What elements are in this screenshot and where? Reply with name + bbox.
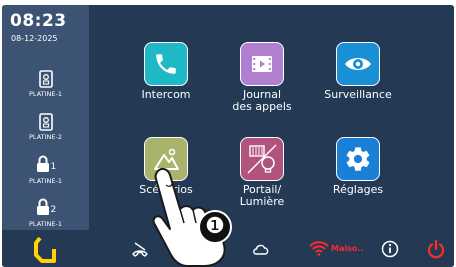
tile-icon-box — [336, 42, 380, 86]
wifi-icon[interactable] — [309, 240, 329, 256]
lock-icon — [36, 198, 49, 215]
sidebar-item-label: PLATINE-1 — [29, 90, 62, 98]
tile-icon-box — [240, 137, 284, 181]
tile-label: Surveillance — [324, 88, 392, 101]
door-icon — [38, 113, 53, 131]
gear-icon — [346, 147, 370, 171]
network-name: Maiso.. — [331, 244, 364, 253]
tile-surveillance[interactable]: Surveillance — [313, 42, 403, 101]
power-icon[interactable] — [426, 239, 446, 259]
sidebar-item-label: PLATINE-2 — [29, 133, 62, 141]
screen: 08:23 08-12-2025 PLATINE-1 PLATINE-2 1 P… — [2, 5, 454, 267]
tile-call-log[interactable]: Journal des appels — [217, 42, 307, 113]
clock-time: 08:23 — [10, 11, 67, 31]
tile-settings[interactable]: Réglages — [313, 137, 403, 196]
sidebar-item-platine-2[interactable]: PLATINE-2 — [2, 113, 89, 141]
cloud-icon[interactable] — [252, 241, 270, 257]
sidebar-item-label: PLATINE-1 — [29, 220, 62, 228]
sidebar-item-lock-1[interactable]: 1 PLATINE-1 — [2, 155, 89, 185]
sidebar: 08:23 08-12-2025 PLATINE-1 PLATINE-2 1 P… — [2, 5, 89, 230]
gate-light-icon — [247, 144, 277, 174]
clock-date: 08-12-2025 — [11, 34, 58, 43]
lock-icon — [36, 155, 49, 172]
tile-icon-box — [336, 137, 380, 181]
film-icon — [252, 56, 272, 72]
tile-label: Journal des appels — [232, 88, 292, 113]
door-icon — [38, 70, 53, 88]
tile-label: Intercom — [141, 88, 191, 101]
tile-icon-box — [240, 42, 284, 86]
sidebar-item-lock-2[interactable]: 2 PLATINE-1 — [2, 198, 89, 228]
sidebar-item-label: PLATINE-1 — [29, 177, 62, 185]
sidebar-item-platine-1[interactable]: PLATINE-1 — [2, 70, 89, 98]
phone-icon — [156, 54, 176, 74]
tapping-hand-icon — [152, 167, 226, 267]
lock-number: 1 — [50, 162, 57, 172]
brand-logo-icon — [34, 236, 56, 263]
tile-intercom[interactable]: Intercom — [121, 42, 211, 101]
eye-icon — [345, 58, 371, 70]
step-marker: ❶ — [198, 210, 232, 244]
lock-number: 2 — [50, 205, 57, 215]
info-icon[interactable] — [381, 240, 399, 258]
tile-label: Réglages — [332, 183, 384, 196]
tile-icon-box — [144, 42, 188, 86]
